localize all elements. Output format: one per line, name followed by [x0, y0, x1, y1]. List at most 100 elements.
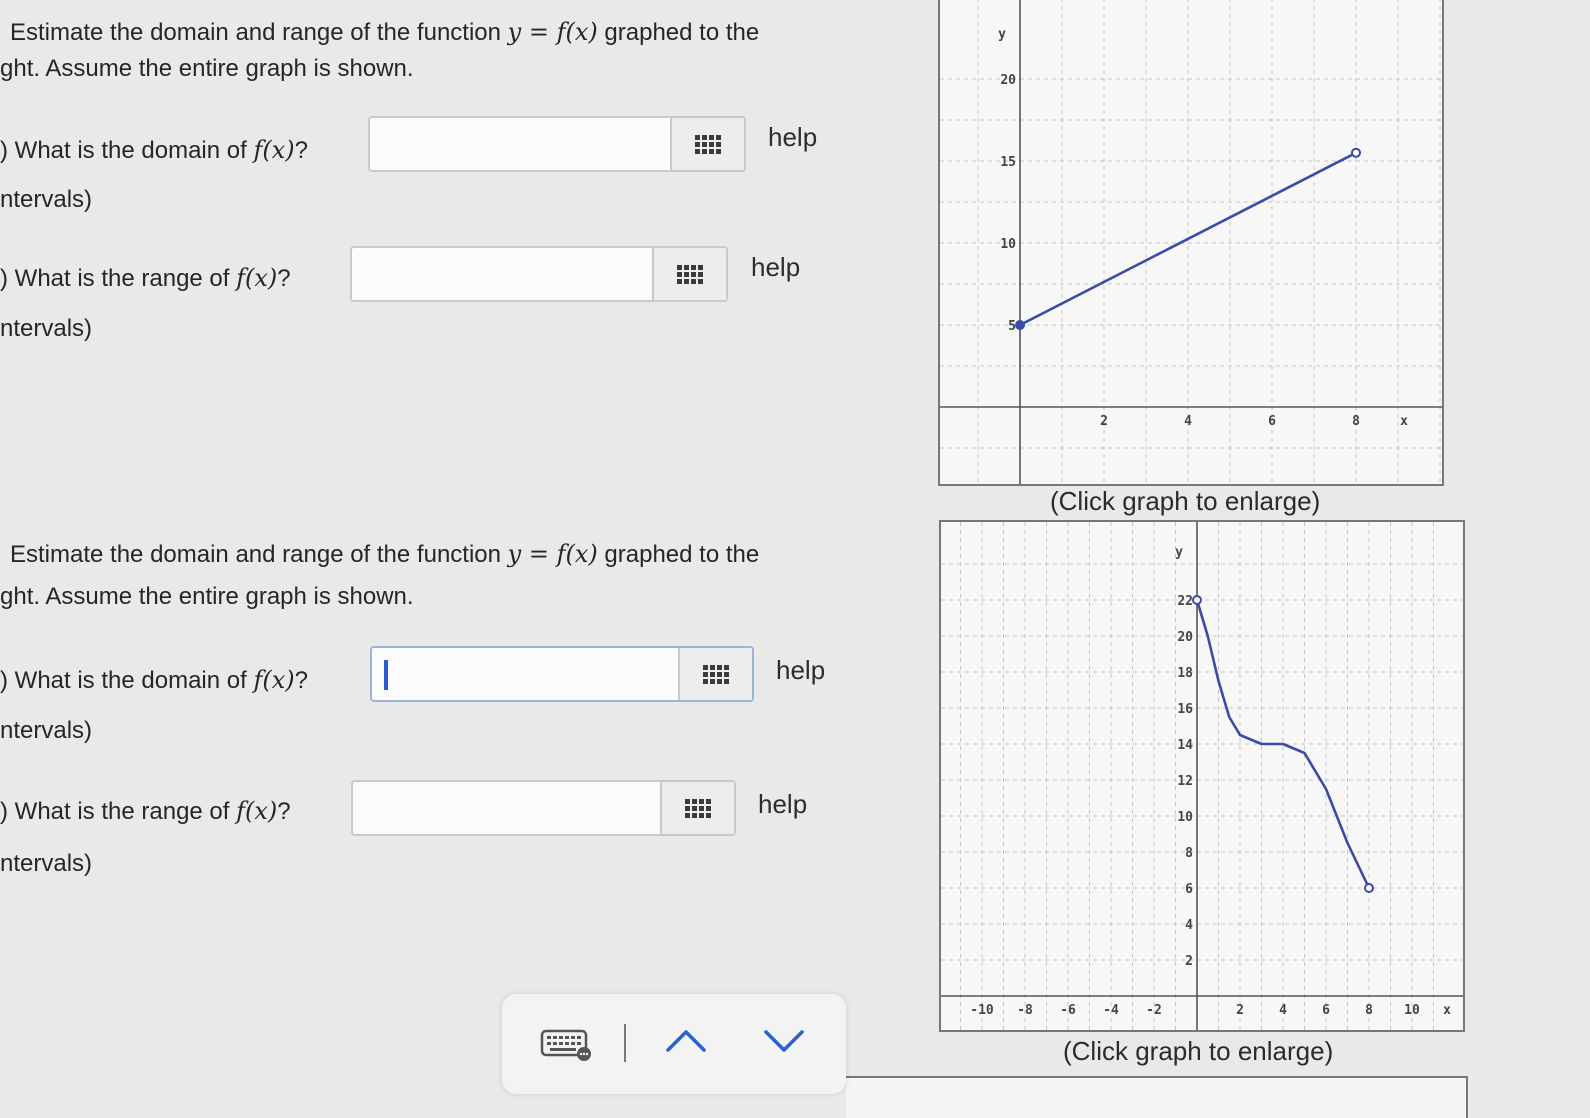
q1-range-answer-box	[350, 246, 728, 302]
keyboard-icon[interactable]	[540, 1028, 594, 1062]
keyboard-icon-svg	[540, 1029, 591, 1061]
q2-domain-keypad-button[interactable]	[678, 648, 752, 700]
q2-graph[interactable]: -10 -8 -6 -4 -2 2 4 6 8 10 2 4 6 8 10 12 14 16 18 20 22 x y	[939, 520, 1465, 1032]
q2-range-keypad-button[interactable]	[660, 782, 734, 834]
q2-range-qmark: ?	[277, 798, 291, 825]
x-tick-label: -4	[1103, 1003, 1119, 1018]
x-axis-label: x	[1400, 414, 1408, 429]
y-tick-label: 10	[1177, 810, 1193, 825]
y-tick-label: 16	[1177, 702, 1193, 717]
chevron-up-icon[interactable]	[664, 1024, 708, 1056]
y-tick-label: 20	[1000, 73, 1016, 88]
open-endpoint	[1351, 147, 1361, 158]
y-axis-label: y	[998, 27, 1006, 42]
q1-prompt-end: graphed to the	[604, 19, 760, 46]
q1-function-expression: y = f(x)	[507, 18, 598, 46]
q1-range-help-link[interactable]: help	[751, 252, 800, 283]
y-tick-label: 14	[1177, 738, 1193, 753]
q2-domain-fx: f(x)	[253, 666, 295, 694]
keypad-icon	[703, 664, 729, 684]
x-tick-label: -10	[970, 1003, 994, 1018]
q2-graph-caption: (Click graph to enlarge)	[1063, 1036, 1334, 1066]
text-cursor	[384, 660, 388, 690]
q1-domain-fx: f(x)	[253, 136, 295, 164]
q2-prompt-line1: Estimate the domain and range of the fun…	[10, 540, 759, 569]
q1-domain-intervals-note: ntervals)	[0, 186, 93, 213]
q2-domain-label-text: ) What is the domain of	[0, 667, 247, 694]
y-tick-label: 18	[1177, 666, 1193, 681]
y-tick-label: 2	[1185, 954, 1193, 969]
q1-domain-help-link[interactable]: help	[768, 122, 817, 153]
q1-domain-keypad-button[interactable]	[670, 118, 744, 170]
x-tick-label: 4	[1184, 414, 1192, 429]
q1-domain-label-text: ) What is the domain of	[0, 137, 247, 164]
q2-prompt-end: graphed to the	[604, 541, 760, 568]
y-tick-label: 22	[1177, 594, 1193, 609]
q2-range-label: ) What is the range of f(x)?	[0, 797, 291, 826]
keypad-icon	[695, 134, 721, 154]
chevron-up-icon-svg	[666, 1030, 706, 1052]
q1-domain-answer-box	[368, 116, 746, 172]
q1-range-keypad-button[interactable]	[652, 248, 726, 300]
x-tick-label: 2	[1236, 1003, 1244, 1018]
q1-range-qmark: ?	[277, 265, 291, 292]
x-tick-label: 2	[1100, 414, 1108, 429]
y-tick-label: 15	[1000, 155, 1016, 170]
open-endpoint	[1192, 595, 1202, 605]
q1-range-input[interactable]	[352, 248, 654, 300]
q2-domain-qmark: ?	[294, 667, 308, 694]
toolbar-divider	[624, 1024, 626, 1062]
q1-domain-label: ) What is the domain of f(x)?	[0, 136, 308, 165]
q2-domain-help-link[interactable]: help	[776, 655, 825, 686]
y-tick-label: 8	[1185, 846, 1193, 861]
q2-graph-svg: -10 -8 -6 -4 -2 2 4 6 8 10 2 4 6 8 10 12 14 16 18 20 22 x y	[941, 522, 1463, 1030]
q1-graph-caption: (Click graph to enlarge)	[1050, 486, 1321, 516]
q2-function-expression: y = f(x)	[507, 540, 598, 568]
y-tick-label: 10	[1000, 237, 1016, 252]
q1-prompt-line1: Estimate the domain and range of the fun…	[10, 18, 759, 47]
q1-graph-svg: 2 4 6 8 5 10 15 20 x y	[940, 0, 1442, 484]
closed-endpoint	[1015, 320, 1025, 330]
chevron-down-icon[interactable]	[762, 1026, 806, 1058]
x-tick-label: -8	[1017, 1003, 1033, 1018]
x-axis-label: x	[1443, 1003, 1451, 1018]
q1-range-label: ) What is the range of f(x)?	[0, 264, 291, 293]
x-tick-label: 4	[1279, 1003, 1287, 1018]
y-tick-label: 6	[1185, 882, 1193, 897]
q2-domain-intervals-note: ntervals)	[0, 717, 93, 744]
q2-range-intervals-note: ntervals)	[0, 850, 93, 877]
x-tick-label: 8	[1352, 414, 1360, 429]
chevron-down-icon-svg	[764, 1030, 804, 1052]
keypad-icon	[677, 264, 703, 284]
x-tick-label: -6	[1060, 1003, 1076, 1018]
open-endpoint	[1364, 883, 1374, 893]
q1-graph[interactable]: 2 4 6 8 5 10 15 20 x y	[938, 0, 1444, 486]
q2-domain-label: ) What is the domain of f(x)?	[0, 666, 308, 695]
x-tick-label: 8	[1365, 1003, 1373, 1018]
x-tick-label: 6	[1322, 1003, 1330, 1018]
y-tick-label: 4	[1185, 918, 1193, 933]
q2-range-label-text: ) What is the range of	[0, 798, 230, 825]
function-curve	[1019, 151, 1357, 327]
q2-range-fx: f(x)	[236, 797, 278, 825]
q1-domain-input[interactable]	[370, 118, 672, 170]
q1-prompt-start: Estimate the domain and range of the fun…	[10, 19, 501, 46]
floating-toolbar	[502, 994, 846, 1094]
q2-range-help-link[interactable]: help	[758, 789, 807, 820]
q2-domain-answer-box	[370, 646, 754, 702]
y-tick-label: 12	[1177, 774, 1193, 789]
keypad-icon	[685, 798, 711, 818]
q2-domain-input[interactable]	[372, 648, 680, 700]
q1-domain-qmark: ?	[294, 137, 308, 164]
x-tick-label: 6	[1268, 414, 1276, 429]
q1-range-fx: f(x)	[236, 264, 278, 292]
q2-range-input[interactable]	[353, 782, 662, 834]
q1-prompt-line2: ght. Assume the entire graph is shown.	[0, 55, 414, 82]
q2-prompt-line2: ght. Assume the entire graph is shown.	[0, 583, 414, 610]
y-tick-label: 20	[1177, 630, 1193, 645]
y-axis-label: y	[1175, 545, 1183, 560]
q1-range-label-text: ) What is the range of	[0, 265, 230, 292]
q1-range-intervals-note: ntervals)	[0, 315, 93, 342]
q2-prompt-start: Estimate the domain and range of the fun…	[10, 541, 501, 568]
x-tick-label: -2	[1146, 1003, 1162, 1018]
